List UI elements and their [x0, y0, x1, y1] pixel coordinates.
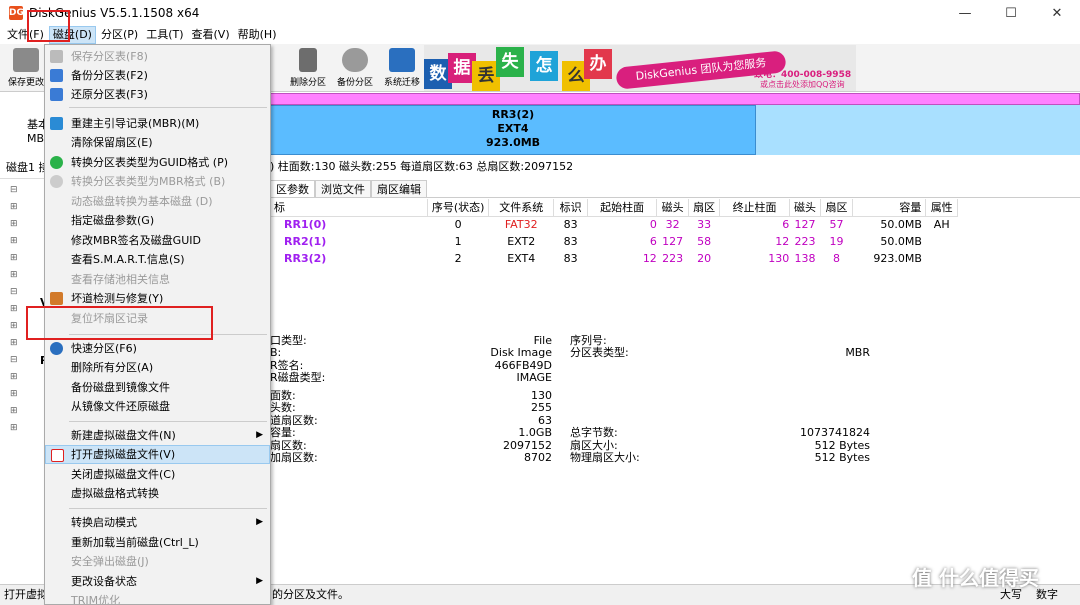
free-space-block[interactable]: [756, 105, 1080, 155]
menu-separator: [69, 508, 267, 509]
monitor-icon: [389, 48, 415, 72]
restore-icon: [50, 88, 63, 101]
menu-item-set-disk-params[interactable]: 指定磁盘参数(G): [45, 211, 270, 230]
menu-item-reload-disk[interactable]: 重新加载当前磁盘(Ctrl_L): [45, 533, 270, 552]
disk-info-label: 磁盘1 接: [6, 161, 50, 174]
menu-item-convert-to-mbr[interactable]: 转换分区表类型为MBR格式 (B): [45, 172, 270, 191]
menu-separator: [69, 107, 267, 108]
quick-partition-icon: [50, 342, 63, 355]
col-header[interactable]: 磁头: [656, 199, 689, 217]
submenu-arrow-icon: ▶: [256, 517, 263, 527]
menu-partition[interactable]: 分区(P): [98, 26, 141, 44]
col-header[interactable]: 终止柱面: [719, 199, 790, 217]
convert-icon: [50, 156, 63, 169]
menu-item-storage-pool-info[interactable]: 查看存储池相关信息: [45, 270, 270, 289]
table-row[interactable]: RR3(2) 2 EXT4 83 12 223 20 130 138 8 923…: [270, 250, 958, 267]
menu-bar: 文件(F) 磁盘(D) 分区(P) 工具(T) 查看(V) 帮助(H): [0, 26, 1080, 44]
highlight-box-disk-menu: [27, 10, 70, 42]
support-banner[interactable]: 数 据 丢 失 怎 么 办 DiskGenius 团队为您服务 致电：400-0…: [424, 45, 856, 91]
menu-item-backup-disk-image[interactable]: 备份磁盘到镜像文件: [45, 378, 270, 397]
menu-item-clear-reserved-sectors[interactable]: 清除保留扇区(E): [45, 133, 270, 152]
banner-tile: 办: [584, 49, 612, 79]
banner-tile: 怎: [530, 51, 558, 81]
backup-icon: [50, 69, 63, 82]
menu-item-quick-partition[interactable]: 快速分区(F6): [45, 339, 270, 358]
trash-icon: [299, 48, 317, 72]
menu-item-close-virtual-disk[interactable]: 关闭虚拟磁盘文件(C): [45, 465, 270, 484]
table-row[interactable]: RR2(1) 1 EXT2 83 6 127 58 12 223 19 50.0…: [270, 233, 958, 250]
maximize-button[interactable]: ☐: [988, 0, 1034, 26]
disk-details: 口类型: B: R签名: R磁盘类型: 面数: 头数: 道扇区数: 容量: 扇区…: [270, 334, 870, 464]
tab-partition-params[interactable]: 区参数: [270, 180, 315, 197]
col-header[interactable]: 容量: [852, 199, 927, 217]
menu-item-convert-virtual-disk[interactable]: 虚拟磁盘格式转换: [45, 484, 270, 503]
menu-item-rebuild-mbr[interactable]: 重建主引导记录(MBR)(M): [45, 114, 270, 133]
menu-help[interactable]: 帮助(H): [235, 26, 280, 44]
disk-info-strip: ) 柱面数:130 磁头数:255 每道扇区数:63 总扇区数:2097152: [270, 160, 574, 173]
rebuild-icon: [50, 117, 63, 130]
disk-partition-bar: RR3(2) EXT4 923.0MB: [270, 93, 1080, 155]
table-row[interactable]: RR1(0) 0 FAT32 83 0 32 33 6 127 57 50.0M…: [270, 216, 958, 233]
menu-separator: [69, 421, 267, 422]
save-icon: [13, 48, 39, 72]
save-changes-button[interactable]: 保存更改: [4, 48, 48, 90]
col-header[interactable]: 标: [270, 199, 429, 217]
backup-partition-button[interactable]: 备份分区: [333, 48, 377, 90]
menu-view[interactable]: 查看(V): [189, 26, 233, 44]
app-icon: DG: [9, 6, 24, 20]
tab-sector-edit[interactable]: 扇区编辑: [371, 180, 427, 197]
menu-tools[interactable]: 工具(T): [143, 26, 186, 44]
col-header[interactable]: 扇区: [688, 199, 721, 217]
save-icon: [50, 50, 63, 63]
menu-item-modify-mbr-signature[interactable]: 修改MBR签名及磁盘GUID: [45, 231, 270, 250]
submenu-arrow-icon: ▶: [256, 430, 263, 440]
submenu-arrow-icon: ▶: [256, 576, 263, 586]
partition-bar-top: [270, 93, 1080, 105]
close-button[interactable]: ✕: [1034, 0, 1080, 26]
minimize-button[interactable]: —: [942, 0, 988, 26]
col-header[interactable]: 文件系统: [488, 199, 555, 217]
tab-browse-files[interactable]: 浏览文件: [315, 180, 371, 197]
menu-item-change-device-state[interactable]: 更改设备状态 ▶: [45, 572, 270, 591]
col-header[interactable]: 扇区: [820, 199, 853, 217]
col-header[interactable]: 起始柱面: [587, 199, 658, 217]
col-header[interactable]: 序号(状态): [427, 199, 490, 217]
system-migrate-button[interactable]: 系统迁移: [380, 48, 424, 90]
menu-item-dynamic-to-basic[interactable]: 动态磁盘转换为基本磁盘 (D): [45, 192, 270, 211]
backup-icon: [342, 48, 368, 72]
tools-icon: [50, 292, 63, 305]
menu-item-restore-partition-table[interactable]: 还原分区表(F3): [45, 85, 270, 104]
open-disk-icon: [51, 449, 64, 462]
highlight-box-reset-bad-sector: [26, 306, 213, 340]
title-bar: DG DiskGenius V5.5.1.1508 x64 — ☐ ✕: [0, 0, 1080, 26]
menu-item-safe-eject[interactable]: 安全弹出磁盘(J): [45, 552, 270, 571]
col-header[interactable]: 属性: [925, 199, 958, 217]
menu-item-restore-disk-image[interactable]: 从镜像文件还原磁盘: [45, 397, 270, 416]
menu-item-delete-all-partitions[interactable]: 删除所有分区(A): [45, 358, 270, 377]
banner-qq: 或点击此处添加QQ咨询: [760, 80, 845, 89]
menu-item-new-virtual-disk[interactable]: 新建虚拟磁盘文件(N) ▶: [45, 426, 270, 445]
col-header[interactable]: 标识: [553, 199, 588, 217]
delete-partition-button[interactable]: 删除分区: [286, 48, 330, 90]
menu-item-convert-to-guid[interactable]: 转换分区表类型为GUID格式 (P): [45, 153, 270, 172]
menu-item-view-smart[interactable]: 查看S.M.A.R.T.信息(S): [45, 250, 270, 269]
partition-table: 标 序号(状态) 文件系统 标识 起始柱面 磁头 扇区 终止柱面 磁头 扇区 容…: [270, 199, 958, 267]
menu-item-save-partition-table[interactable]: 保存分区表(F8): [45, 47, 270, 66]
tab-bar: 区参数 浏览文件 扇区编辑: [270, 180, 1080, 198]
menu-item-switch-boot-mode[interactable]: 转换启动模式 ▶: [45, 513, 270, 532]
convert-icon: [50, 175, 63, 188]
menu-item-open-virtual-disk[interactable]: 打开虚拟磁盘文件(V): [45, 445, 270, 464]
col-header[interactable]: 磁头: [789, 199, 822, 217]
watermark: 值 什么值得买: [912, 566, 1039, 590]
banner-tile: 失: [496, 47, 524, 77]
partition-block-rr3[interactable]: RR3(2) EXT4 923.0MB: [270, 105, 756, 155]
menu-item-trim[interactable]: TRIM优化: [45, 591, 270, 604]
disk-mbr-label: MB: [27, 132, 45, 145]
menu-item-backup-partition-table[interactable]: 备份分区表(F2): [45, 66, 270, 85]
